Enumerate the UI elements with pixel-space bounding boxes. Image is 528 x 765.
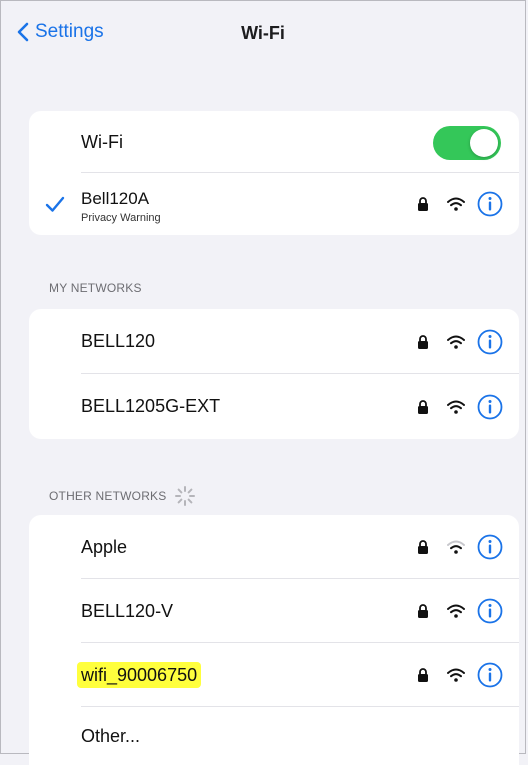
network-icons <box>417 515 503 579</box>
network-name: Apple <box>81 536 128 557</box>
wifi-status-group: Wi-Fi Bell120A Privacy Warning <box>29 111 519 235</box>
checkmark-icon <box>45 196 65 212</box>
page-title: Wi-Fi <box>241 23 285 43</box>
info-icon[interactable] <box>477 662 503 688</box>
my-networks-header: MY NETWORKS <box>49 281 142 295</box>
wifi-signal-icon <box>447 668 465 682</box>
info-icon[interactable] <box>477 534 503 560</box>
network-icons <box>417 374 503 439</box>
connected-network-subtitle: Privacy Warning <box>81 212 161 224</box>
network-name: Other... <box>81 725 141 746</box>
wifi-toggle-row: Wi-Fi <box>29 111 519 173</box>
lock-icon <box>418 668 428 682</box>
wifi-signal-icon <box>447 335 465 349</box>
other-networks-header: OTHER NETWORKS <box>49 485 196 507</box>
connected-network-row[interactable]: Bell120A Privacy Warning <box>29 173 519 235</box>
nav-bar: Settings Wi-Fi <box>1 1 525 71</box>
lock-icon <box>418 540 428 554</box>
wifi-signal-icon <box>447 604 465 618</box>
info-icon[interactable] <box>477 191 503 217</box>
network-name: BELL120-V <box>81 600 174 621</box>
lock-icon <box>418 334 428 349</box>
network-row[interactable]: BELL120-V <box>29 579 519 643</box>
other-network-row[interactable]: Other... <box>29 707 519 765</box>
settings-window: Settings Wi-Fi Wi-Fi Bell120A Privacy Wa… <box>0 0 526 765</box>
lock-icon <box>418 197 428 211</box>
highlighted-network-name: wifi_90006750 <box>77 661 202 688</box>
wifi-signal-icon <box>447 400 465 414</box>
toggle-knob <box>470 129 498 157</box>
info-icon[interactable] <box>477 598 503 624</box>
network-icons <box>417 579 503 643</box>
wifi-signal-icon <box>447 540 465 554</box>
connected-network-labels: Bell120A Privacy Warning <box>81 189 161 224</box>
network-row[interactable]: Apple <box>29 515 519 579</box>
network-name: BELL120 <box>81 331 156 351</box>
wifi-toggle-label: Wi-Fi <box>81 131 123 152</box>
network-row[interactable]: BELL120 <box>29 309 519 374</box>
lock-icon <box>418 399 428 414</box>
network-row-highlighted[interactable]: wifi_90006750 <box>29 643 519 707</box>
info-icon[interactable] <box>477 394 503 420</box>
other-networks-group: Apple BELL120-V wifi_90006750 Other... <box>29 515 519 765</box>
wifi-toggle-switch[interactable] <box>433 126 501 160</box>
network-icons <box>417 173 503 235</box>
network-name: BELL1205G-EXT <box>81 396 221 416</box>
info-icon[interactable] <box>477 329 503 355</box>
my-networks-group: BELL120 BELL1205G-EXT <box>29 309 519 439</box>
network-name: wifi_90006750 <box>77 661 202 688</box>
loading-spinner-icon <box>175 486 196 506</box>
network-icons <box>417 309 503 374</box>
network-row[interactable]: BELL1205G-EXT <box>29 374 519 439</box>
lock-icon <box>418 604 428 618</box>
connected-network-name: Bell120A <box>81 189 150 208</box>
wifi-signal-icon <box>447 197 465 211</box>
network-icons <box>417 643 503 707</box>
